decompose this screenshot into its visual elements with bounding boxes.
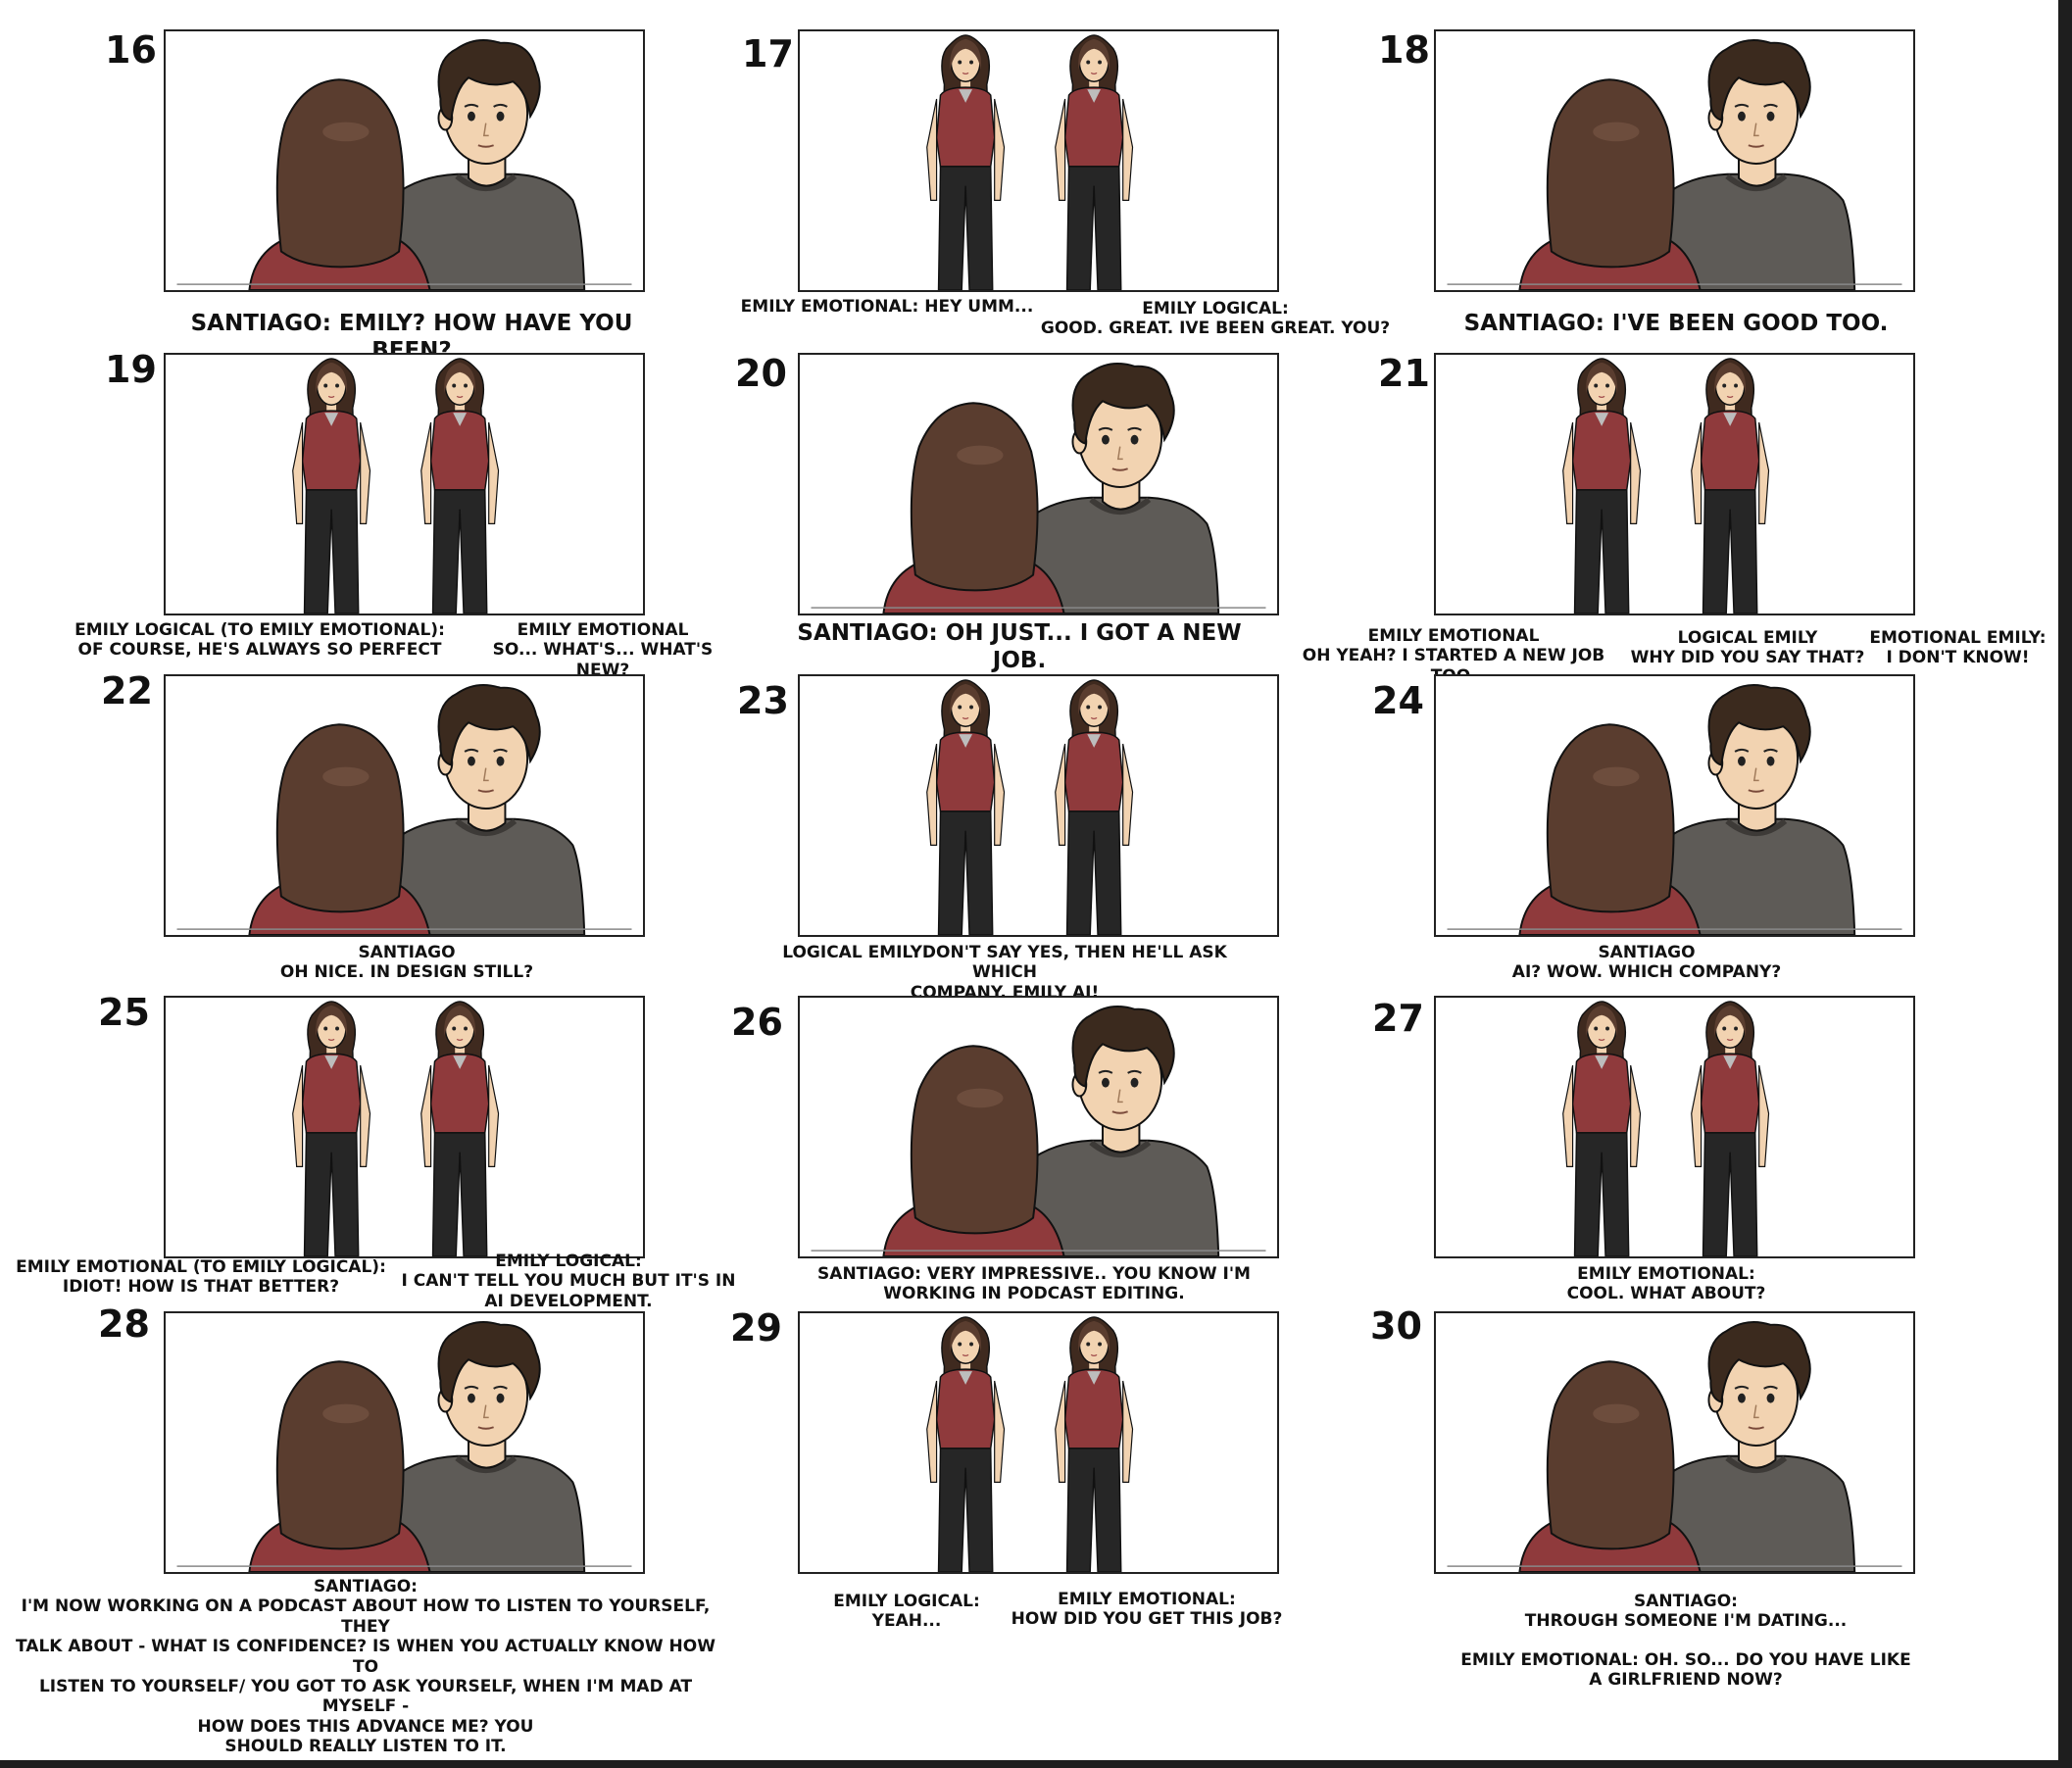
page-border-right	[2058, 0, 2072, 1768]
panel-caption: SANTIAGO: OH JUST... I GOT A NEW JOB.	[797, 620, 1242, 673]
panel-caption: EMILY LOGICAL (TO EMILY EMOTIONAL): OF C…	[74, 620, 445, 661]
panel-caption: EMILY EMOTIONAL: HOW DID YOU GET THIS JO…	[1011, 1590, 1283, 1630]
panel-number: 29	[730, 1306, 782, 1350]
panel-caption: EMILY LOGICAL: YEAH...	[833, 1592, 980, 1632]
panel-number: 30	[1370, 1304, 1422, 1348]
storyboard-panel	[164, 674, 645, 937]
panel-number: 18	[1378, 28, 1430, 72]
panel-caption: SANTIAGO: VERY IMPRESSIVE.. YOU KNOW I'M…	[817, 1264, 1251, 1304]
storyboard-panel	[1434, 353, 1915, 615]
panel-caption: EMILY EMOTIONAL: HEY UMM...	[740, 297, 1034, 317]
panel-caption: EMILY EMOTIONAL: COOL. WHAT ABOUT?	[1566, 1264, 1766, 1304]
storyboard-panel	[1434, 674, 1915, 937]
storyboard-panel	[798, 29, 1279, 292]
panel-number: 23	[737, 679, 789, 722]
storyboard-panel	[164, 353, 645, 615]
panel-caption: LOGICAL EMILYDON'T SAY YES, THEN HE'LL A…	[782, 943, 1227, 1003]
panel-number: 21	[1378, 352, 1430, 395]
panel-caption: EMILY LOGICAL: I CAN'T TELL YOU MUCH BUT…	[401, 1252, 736, 1311]
storyboard-panel	[164, 1311, 645, 1574]
panel-caption: EMOTIONAL EMILY: I DON'T KNOW!	[1869, 628, 2047, 668]
panel-number: 22	[101, 669, 153, 712]
panel-caption: LOGICAL EMILY WHY DID YOU SAY THAT?	[1630, 628, 1865, 668]
panel-number: 25	[98, 991, 150, 1034]
panel-number: 27	[1372, 997, 1424, 1040]
panel-number: 17	[742, 32, 794, 75]
panel-caption: SANTIAGO: THROUGH SOMEONE I'M DATING...	[1524, 1592, 1848, 1632]
panel-caption: EMILY EMOTIONAL SO... WHAT'S... WHAT'S N…	[492, 620, 714, 680]
page-border-bottom	[0, 1760, 2072, 1768]
panel-number: 26	[731, 1001, 783, 1044]
storyboard-panel	[1434, 1311, 1915, 1574]
panel-caption: SANTIAGO OH NICE. IN DESIGN STILL?	[279, 943, 534, 983]
panel-number: 16	[105, 28, 157, 72]
panel-caption: EMILY EMOTIONAL (TO EMILY LOGICAL): IDIO…	[16, 1257, 386, 1298]
storyboard-panel	[164, 996, 645, 1258]
panel-number: 24	[1372, 679, 1424, 722]
storyboard-panel	[1434, 29, 1915, 292]
storyboard-panel	[798, 996, 1279, 1258]
panel-caption: SANTIAGO: I'VE BEEN GOOD TOO.	[1463, 311, 1889, 336]
storyboard-panel	[1434, 996, 1915, 1258]
panel-number: 28	[98, 1302, 150, 1346]
panel-caption: SANTIAGO AI? WOW. WHICH COMPANY?	[1511, 943, 1782, 983]
storyboard-panel	[798, 674, 1279, 937]
storyboard-panel	[164, 29, 645, 292]
panel-caption: EMILY EMOTIONAL: OH. SO... DO YOU HAVE L…	[1460, 1650, 1911, 1691]
storyboard-panel	[798, 353, 1279, 615]
panel-caption: SANTIAGO: I'M NOW WORKING ON A PODCAST A…	[16, 1577, 715, 1757]
panel-number: 20	[735, 352, 787, 395]
panel-caption: EMILY LOGICAL: GOOD. GREAT. IVE BEEN GRE…	[1040, 299, 1391, 339]
storyboard-panel	[798, 1311, 1279, 1574]
panel-number: 19	[105, 348, 157, 391]
